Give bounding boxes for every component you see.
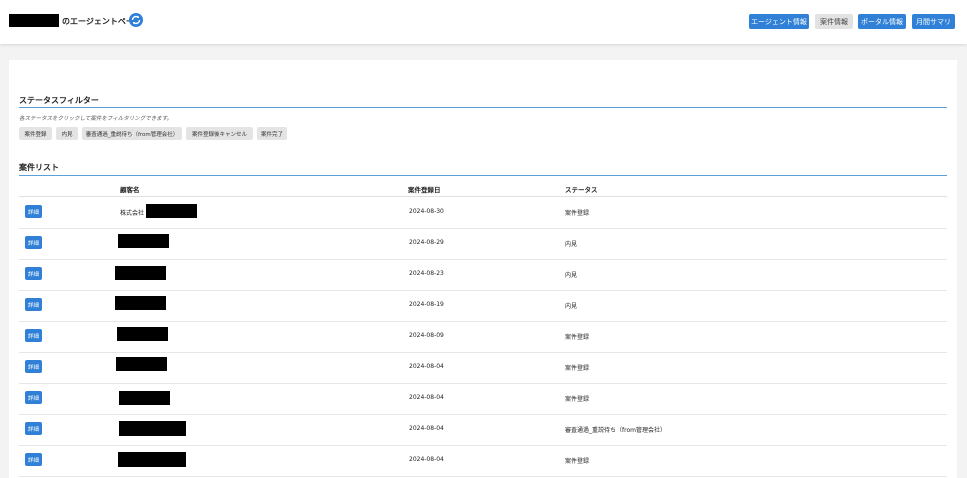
detail-button[interactable]: 詳細	[25, 205, 42, 218]
case-status: 内見	[565, 272, 578, 279]
case-date: 2024-08-04	[409, 456, 444, 463]
status-filter-hint: 各ステータスをクリックして案件をフィルタリングできます。	[19, 116, 173, 122]
table-row: 詳細 2024-08-04 審査通過_重説待ち（from管理会社）	[19, 414, 947, 446]
agent-name-redacted	[9, 14, 59, 27]
table-row: 詳細 2024-08-23 内見	[19, 259, 947, 291]
client-prefix: 株式会社	[120, 210, 145, 217]
case-status: 案件登録	[565, 365, 590, 372]
table-row: 詳細 2024-08-09 案件登録	[19, 321, 947, 353]
client-name-redacted	[118, 234, 169, 248]
detail-button[interactable]: 詳細	[25, 236, 42, 249]
detail-button[interactable]: 詳細	[25, 267, 42, 280]
filter-button-viewing[interactable]: 内見	[56, 127, 78, 140]
filter-button-completed[interactable]: 案件完了	[257, 127, 287, 140]
column-header-status: ステータス	[565, 186, 598, 194]
case-date: 2024-08-09	[409, 332, 444, 339]
nav-case-info-button[interactable]: 案件情報	[815, 14, 853, 29]
case-status: 案件登録	[565, 396, 590, 403]
client-name-redacted	[115, 266, 166, 280]
table-row: 詳細 2024-08-29 内見	[19, 228, 947, 260]
refresh-icon[interactable]	[129, 13, 143, 27]
case-date: 2024-08-29	[409, 239, 444, 246]
case-date: 2024-08-04	[409, 394, 444, 401]
table-row: 詳細 2024-08-04 案件登録	[19, 383, 947, 415]
main-content: ステータスフィルター 各ステータスをクリックして案件をフィルタリングできます。 …	[9, 60, 957, 478]
case-date: 2024-08-04	[409, 363, 444, 370]
detail-button[interactable]: 詳細	[25, 298, 42, 311]
filter-button-cancelled[interactable]: 案件登録後キャンセル	[186, 127, 253, 140]
client-name-redacted	[119, 421, 186, 436]
status-filter-divider	[19, 107, 947, 108]
client-name-redacted	[146, 204, 197, 218]
case-status: 案件登録	[565, 458, 590, 465]
table-row: 詳細 2024-08-19 内見	[19, 290, 947, 322]
column-header-date: 案件登録日	[408, 186, 441, 194]
case-status: 審査通過_重説待ち（from管理会社）	[565, 427, 666, 434]
table-row: 詳細 株式会社 2024-08-30 案件登録	[19, 197, 947, 229]
header: のエージェントページ エージェント情報 案件情報 ポータル情報 月間サマリ	[0, 0, 967, 44]
case-list-title: 案件リスト	[19, 163, 59, 172]
case-list-divider	[19, 175, 947, 176]
client-name-redacted	[117, 327, 168, 341]
case-date: 2024-08-19	[409, 301, 444, 308]
nav-portal-info-button[interactable]: ポータル情報	[858, 14, 906, 29]
detail-button[interactable]: 詳細	[25, 422, 42, 435]
case-date: 2024-08-30	[409, 208, 444, 215]
detail-button[interactable]: 詳細	[25, 329, 42, 342]
filter-button-case-registered[interactable]: 案件登録	[19, 127, 52, 140]
detail-button[interactable]: 詳細	[25, 453, 42, 466]
case-status: 案件登録	[565, 334, 590, 341]
client-name-redacted	[115, 296, 166, 310]
case-status: 内見	[565, 303, 578, 310]
case-status: 内見	[565, 241, 578, 248]
detail-button[interactable]: 詳細	[25, 360, 42, 373]
nav-agent-info-button[interactable]: エージェント情報	[749, 14, 809, 29]
case-status: 案件登録	[565, 210, 590, 217]
column-header-client: 顧客名	[120, 186, 140, 194]
table-row: 詳細 2024-08-04 案件登録	[19, 352, 947, 384]
case-date: 2024-08-23	[409, 270, 444, 277]
nav-monthly-summary-button[interactable]: 月間サマリ	[912, 14, 955, 29]
case-date: 2024-08-04	[409, 425, 444, 432]
client-name-redacted	[116, 357, 167, 371]
client-name-redacted	[119, 391, 170, 405]
filter-button-screening-passed[interactable]: 審査通過_重説待ち（from管理会社）	[82, 127, 182, 140]
table-row: 詳細 2024-08-04 案件登録	[19, 445, 947, 477]
client-name-redacted	[118, 452, 186, 467]
detail-button[interactable]: 詳細	[25, 391, 42, 404]
status-filter-title: ステータスフィルター	[19, 96, 99, 105]
